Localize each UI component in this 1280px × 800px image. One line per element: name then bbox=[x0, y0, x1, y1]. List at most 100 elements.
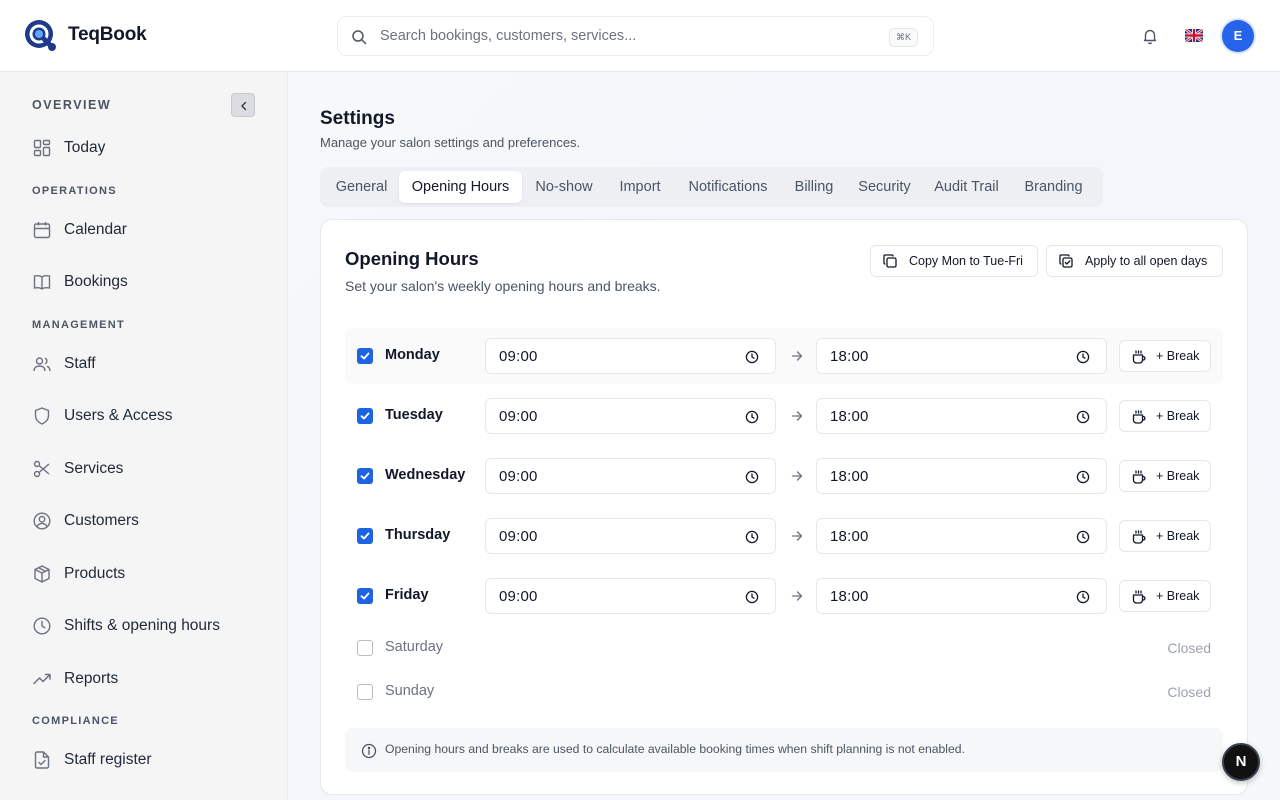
start-time-input[interactable]: 09:00 bbox=[485, 398, 776, 434]
section-compliance: COMPLIANCE bbox=[32, 715, 119, 727]
start-time-value: 09:00 bbox=[499, 528, 538, 545]
day-row-tuesday: Tuesday 09:00 18:00 + Break bbox=[345, 388, 1223, 444]
tab-notifications[interactable]: Notifications bbox=[675, 171, 781, 203]
clock-icon bbox=[1076, 590, 1090, 604]
shield-icon bbox=[34, 407, 50, 425]
coffee-icon bbox=[1132, 530, 1146, 544]
day-name: Thursday bbox=[385, 527, 451, 543]
sidebar-item-services[interactable]: Services bbox=[32, 455, 123, 483]
fab-label: N bbox=[1235, 753, 1247, 770]
saturday-checkbox[interactable] bbox=[357, 640, 373, 656]
sidebar-item-calendar[interactable]: Calendar bbox=[32, 216, 127, 244]
sidebar-item-reports[interactable]: Reports bbox=[32, 665, 118, 693]
arrow-right-icon bbox=[791, 411, 803, 421]
start-time-input[interactable]: 09:00 bbox=[485, 518, 776, 554]
clock-icon bbox=[745, 470, 759, 484]
arrow-right-icon bbox=[791, 351, 803, 361]
sidebar-item-label: Customers bbox=[64, 512, 139, 529]
sidebar-item-staff[interactable]: Staff bbox=[32, 350, 96, 378]
clock-icon bbox=[745, 350, 759, 364]
coffee-icon bbox=[1132, 410, 1146, 424]
sidebar-item-label: Today bbox=[64, 139, 106, 156]
start-time-value: 09:00 bbox=[499, 468, 538, 485]
clock-icon bbox=[1076, 470, 1090, 484]
add-break-button[interactable]: + Break bbox=[1119, 460, 1211, 492]
tab-audit-trail[interactable]: Audit Trail bbox=[922, 171, 1011, 203]
sidebar-item-users-access[interactable]: Users & Access bbox=[32, 402, 173, 430]
sunday-checkbox[interactable] bbox=[357, 684, 373, 700]
arrow-right-icon bbox=[791, 591, 803, 601]
add-break-button[interactable]: + Break bbox=[1119, 400, 1211, 432]
sidebar-item-staff-register[interactable]: Staff register bbox=[32, 746, 152, 774]
search-input[interactable]: Search bookings, customers, services... … bbox=[337, 16, 934, 56]
section-management: MANAGEMENT bbox=[32, 319, 126, 331]
start-time-input[interactable]: 09:00 bbox=[485, 578, 776, 614]
sidebar-item-shifts[interactable]: Shifts & opening hours bbox=[32, 612, 220, 640]
user-avatar[interactable]: E bbox=[1222, 20, 1254, 52]
next-devtools-button[interactable]: N bbox=[1222, 743, 1260, 781]
coffee-icon bbox=[1132, 470, 1146, 484]
card-subtitle: Set your salon's weekly opening hours an… bbox=[345, 278, 661, 294]
wednesday-checkbox[interactable] bbox=[357, 468, 373, 484]
end-time-value: 18:00 bbox=[830, 408, 869, 425]
end-time-input[interactable]: 18:00 bbox=[816, 518, 1107, 554]
sidebar-item-bookings[interactable]: Bookings bbox=[32, 268, 128, 296]
friday-checkbox[interactable] bbox=[357, 588, 373, 604]
top-bar: TeqBook Search bookings, customers, serv… bbox=[0, 0, 1280, 72]
sidebar-item-label: Services bbox=[64, 460, 124, 477]
page-title: Settings bbox=[320, 108, 395, 129]
teqbook-logo[interactable] bbox=[24, 19, 58, 53]
end-time-input[interactable]: 18:00 bbox=[816, 398, 1107, 434]
sidebar-item-products[interactable]: Products bbox=[32, 560, 125, 588]
add-break-button[interactable]: + Break bbox=[1119, 520, 1211, 552]
start-time-value: 09:00 bbox=[499, 588, 538, 605]
day-name: Sunday bbox=[385, 683, 435, 699]
bell-icon[interactable] bbox=[1141, 27, 1159, 45]
check-icon bbox=[360, 472, 370, 480]
add-break-button[interactable]: + Break bbox=[1119, 340, 1211, 372]
day-name: Wednesday bbox=[385, 467, 466, 483]
end-time-input[interactable]: 18:00 bbox=[816, 458, 1107, 494]
apply-all-button[interactable]: Apply to all open days bbox=[1046, 245, 1223, 277]
thursday-checkbox[interactable] bbox=[357, 528, 373, 544]
tab-no-show[interactable]: No-show bbox=[523, 171, 605, 203]
tab-security[interactable]: Security bbox=[847, 171, 922, 203]
copy-mon-button[interactable]: Copy Mon to Tue-Fri bbox=[870, 245, 1038, 277]
add-break-label: + Break bbox=[1156, 529, 1200, 543]
info-note-text: Opening hours and breaks are used to cal… bbox=[385, 742, 965, 756]
sidebar-item-customers[interactable]: Customers bbox=[32, 507, 139, 535]
add-break-label: + Break bbox=[1156, 589, 1200, 603]
end-time-input[interactable]: 18:00 bbox=[816, 578, 1107, 614]
end-time-value: 18:00 bbox=[830, 528, 869, 545]
tab-import[interactable]: Import bbox=[605, 171, 675, 203]
add-break-button[interactable]: + Break bbox=[1119, 580, 1211, 612]
tab-opening-hours[interactable]: Opening Hours bbox=[399, 171, 522, 203]
grid-icon bbox=[33, 139, 51, 157]
clock-icon bbox=[1076, 410, 1090, 424]
day-name: Saturday bbox=[385, 639, 444, 655]
sidebar: OVERVIEW Today OPERATIONS Calendar Booki… bbox=[0, 72, 288, 800]
arrow-right-icon bbox=[791, 531, 803, 541]
clock-icon bbox=[745, 410, 759, 424]
tab-branding[interactable]: Branding bbox=[1012, 171, 1095, 203]
start-time-value: 09:00 bbox=[499, 408, 538, 425]
sidebar-item-today[interactable]: Today bbox=[32, 134, 105, 162]
monday-checkbox[interactable] bbox=[357, 348, 373, 364]
opening-hours-card: Opening Hours Set your salon's weekly op… bbox=[320, 219, 1248, 795]
collapse-sidebar-button[interactable] bbox=[231, 93, 255, 117]
clock-icon bbox=[745, 530, 759, 544]
start-time-input[interactable]: 09:00 bbox=[485, 338, 776, 374]
tuesday-checkbox[interactable] bbox=[357, 408, 373, 424]
day-name: Tuesday bbox=[385, 407, 443, 423]
tab-billing[interactable]: Billing bbox=[782, 171, 846, 203]
brand-name[interactable]: TeqBook bbox=[68, 24, 147, 46]
day-row-wednesday: Wednesday 09:00 18:00 + Break bbox=[345, 448, 1223, 504]
uk-flag-icon[interactable] bbox=[1185, 29, 1203, 42]
start-time-input[interactable]: 09:00 bbox=[485, 458, 776, 494]
tab-general[interactable]: General bbox=[324, 171, 399, 203]
file-check-icon bbox=[34, 751, 50, 769]
copy-check-icon bbox=[1059, 254, 1073, 268]
sidebar-item-label: Reports bbox=[64, 670, 119, 687]
chevron-left-icon bbox=[241, 101, 247, 111]
end-time-input[interactable]: 18:00 bbox=[816, 338, 1107, 374]
